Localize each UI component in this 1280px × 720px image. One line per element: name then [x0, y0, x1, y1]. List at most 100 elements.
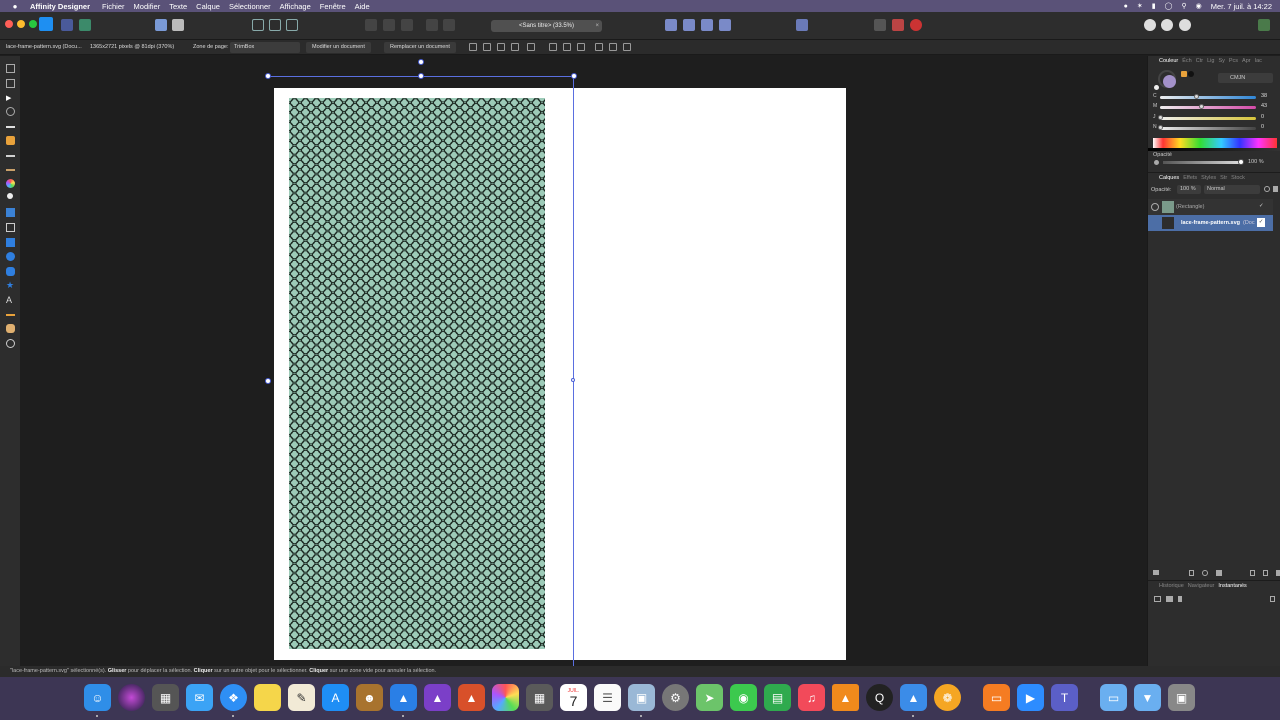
brush-tool-icon[interactable]	[6, 169, 15, 171]
selection-handle-middle-right[interactable]	[571, 378, 575, 382]
transform-icon[interactable]	[443, 19, 455, 31]
channel-value[interactable]: 0	[1261, 114, 1264, 120]
fill-tool-icon[interactable]	[6, 179, 15, 188]
rectangle-tool-icon[interactable]	[6, 238, 15, 247]
menu-texte[interactable]: Texte	[169, 2, 187, 11]
minimize-window-button[interactable]	[17, 20, 25, 28]
color-picker-tool-icon[interactable]	[6, 314, 15, 316]
view-mode-icon[interactable]	[269, 19, 281, 31]
vlc-icon[interactable]: ▲	[832, 684, 859, 711]
tab-instantanes[interactable]: Instantanés	[1218, 583, 1246, 589]
trash-icon[interactable]: ▣	[1168, 684, 1195, 711]
edit-document-button[interactable]: Modifier un document	[306, 42, 371, 53]
music-icon[interactable]: ♫	[798, 684, 825, 711]
keynote-icon[interactable]: ▲	[900, 684, 927, 711]
eyedropper-icon[interactable]	[1181, 71, 1187, 77]
quicktime-icon[interactable]: Q	[866, 684, 893, 711]
colour-spectrum[interactable]	[1153, 138, 1277, 148]
lock-icon[interactable]	[1273, 186, 1278, 192]
apple-icon[interactable]: ●	[10, 2, 20, 11]
tab-iac[interactable]: Iac	[1255, 58, 1262, 64]
none-swatch[interactable]	[1154, 85, 1159, 90]
align-center-icon[interactable]	[497, 43, 505, 51]
close-document-icon[interactable]: ×	[595, 20, 599, 32]
tab-contour[interactable]: Ctr	[1196, 58, 1203, 64]
snapping-icon[interactable]	[892, 19, 904, 31]
contour-tool-icon[interactable]	[6, 107, 15, 116]
menu-affichage[interactable]: Affichage	[280, 2, 311, 11]
safari-icon[interactable]: ❖	[220, 684, 247, 711]
snapshot-add-icon[interactable]	[1154, 596, 1161, 602]
mail-icon[interactable]: ✉	[186, 684, 213, 711]
system-preferences-icon[interactable]: ⚙	[662, 684, 689, 711]
menu-modifier[interactable]: Modifier	[134, 2, 161, 11]
tab-apr[interactable]: Apr	[1242, 58, 1251, 64]
zoom-tool-icon[interactable]	[6, 339, 15, 348]
tab-effets[interactable]: Effets	[1183, 175, 1197, 181]
channel-slider[interactable]	[1158, 125, 1256, 130]
arrange-icon[interactable]	[401, 19, 413, 31]
pen-tool-icon[interactable]	[6, 136, 15, 145]
affinity-publisher-icon[interactable]: ▲	[458, 684, 485, 711]
zoom-app-icon[interactable]: ▶	[1017, 684, 1044, 711]
tab-styles[interactable]: Styles	[1201, 175, 1216, 181]
selection-handle-top-left[interactable]	[265, 73, 271, 79]
selection-handle-top-middle[interactable]	[418, 73, 424, 79]
ellipse-tool-icon[interactable]	[6, 252, 15, 261]
align-left-icon[interactable]	[483, 43, 491, 51]
calculator-icon[interactable]: ▦	[526, 684, 553, 711]
canvas[interactable]	[20, 56, 1147, 666]
fill-swatch[interactable]	[1163, 75, 1176, 88]
place-image-tool-icon[interactable]	[6, 208, 15, 217]
expand-layer-icon[interactable]	[1151, 203, 1159, 211]
layer-visible-check[interactable]: ✓	[1259, 203, 1264, 209]
menu-calque[interactable]: Calque	[196, 2, 220, 11]
crop-tool-icon[interactable]	[6, 223, 15, 232]
documents-folder-icon[interactable]: ▭	[1100, 684, 1127, 711]
zoom-window-button[interactable]	[29, 20, 37, 28]
layer-row-rectangle[interactable]: (Rectangle) ✓	[1148, 199, 1273, 215]
align-right-icon[interactable]	[511, 43, 519, 51]
artboard-tool-icon[interactable]	[6, 79, 15, 88]
boolean-add-icon[interactable]	[1144, 19, 1156, 31]
adjustment-icon[interactable]	[1202, 569, 1209, 576]
ungroup-icon[interactable]	[383, 19, 395, 31]
channel-slider[interactable]	[1158, 115, 1256, 120]
close-window-button[interactable]	[5, 20, 13, 28]
messages-icon[interactable]: ◉	[730, 684, 757, 711]
black-swatch[interactable]	[1188, 71, 1194, 77]
add-layer-icon[interactable]	[1249, 569, 1255, 576]
menu-aide[interactable]: Aide	[355, 2, 370, 11]
flip-horizontal-icon[interactable]	[665, 19, 677, 31]
snapping-manager-icon[interactable]	[910, 19, 922, 31]
rotation-handle[interactable]	[418, 59, 424, 65]
transform-origin-icon[interactable]	[469, 43, 477, 51]
selection-handle-middle-left[interactable]	[265, 378, 271, 384]
opacity-slider[interactable]	[1163, 161, 1241, 164]
teams-icon[interactable]: T	[1051, 684, 1078, 711]
node-tool-icon[interactable]: ▶	[6, 94, 15, 103]
star-tool-icon[interactable]: ★	[6, 281, 15, 290]
boolean-subtract-icon[interactable]	[1161, 19, 1173, 31]
space-even-icon[interactable]	[623, 43, 631, 51]
tab-echantillons[interactable]: Éch	[1182, 58, 1191, 64]
transparency-tool-icon[interactable]	[7, 193, 13, 199]
bluetooth-icon[interactable]: ✶	[1137, 2, 1143, 10]
corner-tool-icon[interactable]	[6, 126, 15, 128]
contacts-icon[interactable]: ☻	[356, 684, 383, 711]
snapshot-menu-icon[interactable]	[1270, 596, 1275, 602]
photos-icon[interactable]	[492, 684, 519, 711]
layer-visible-check[interactable]: ✓	[1257, 218, 1265, 227]
tab-couleur[interactable]: Couleur	[1159, 58, 1178, 64]
snapshot-restore-icon[interactable]	[1166, 596, 1173, 602]
colour-opacity-value[interactable]: 100 %	[1248, 159, 1264, 165]
calendar-icon[interactable]: JUIL. 7	[560, 684, 587, 711]
menubar-clock[interactable]: Mer. 7 juil. à 14:22	[1211, 2, 1272, 11]
finder-icon[interactable]: ☺	[84, 684, 111, 711]
downloads-folder-icon[interactable]: ▼	[1134, 684, 1161, 711]
app-name-menu[interactable]: Affinity Designer	[30, 2, 90, 11]
blend-mode-select[interactable]: Normal	[1204, 185, 1260, 194]
textedit-icon[interactable]: ✎	[288, 684, 315, 711]
distribute-icon[interactable]	[527, 43, 535, 51]
notes-icon[interactable]	[254, 684, 281, 711]
